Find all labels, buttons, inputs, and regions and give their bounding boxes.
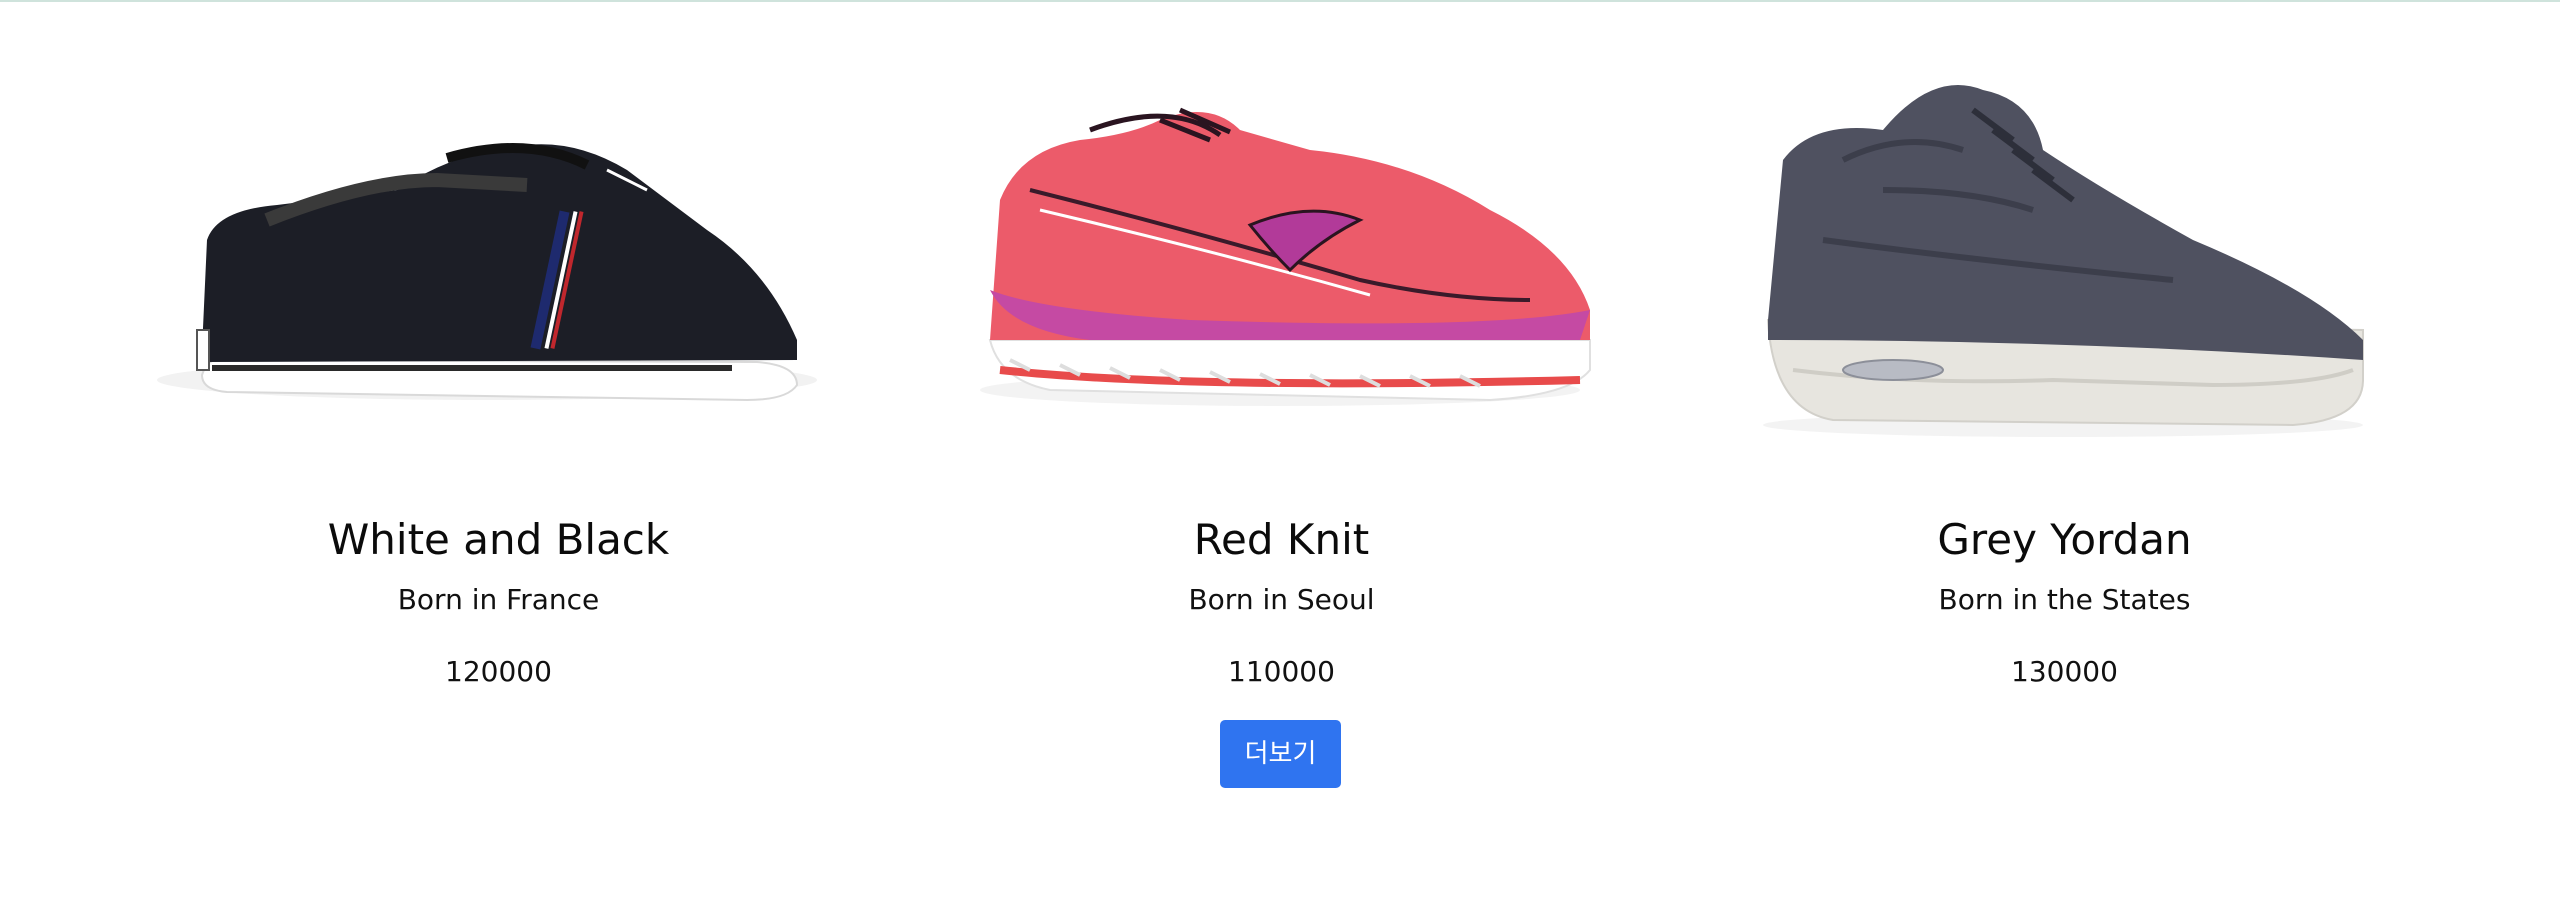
- sneaker-grey-icon: [1763, 85, 2364, 437]
- product-price: 110000: [1228, 655, 1335, 688]
- product-price: 120000: [445, 655, 552, 688]
- product-image: [1673, 40, 2456, 460]
- product-origin: Born in the States: [1938, 583, 2191, 616]
- sneaker-red-knit-icon: [980, 107, 1591, 406]
- more-button[interactable]: 더보기: [1220, 720, 1341, 788]
- product-price: 130000: [2011, 655, 2118, 688]
- product-origin: Born in Seoul: [1188, 583, 1375, 616]
- product-name: Red Knit: [1193, 515, 1370, 564]
- product-name: Grey Yordan: [1937, 515, 2192, 564]
- product-card-grey-yordan: Grey Yordan Born in the States 130000: [1673, 0, 2456, 921]
- product-image: [107, 40, 890, 460]
- product-name: White and Black: [327, 515, 670, 564]
- product-origin: Born in France: [397, 583, 600, 616]
- product-card-white-and-black: White and Black Born in France 120000: [107, 0, 890, 921]
- product-image: [890, 40, 1673, 460]
- product-card-red-knit: Red Knit Born in Seoul 110000 더보기: [890, 0, 1673, 921]
- sneaker-black-white-icon: [157, 143, 817, 402]
